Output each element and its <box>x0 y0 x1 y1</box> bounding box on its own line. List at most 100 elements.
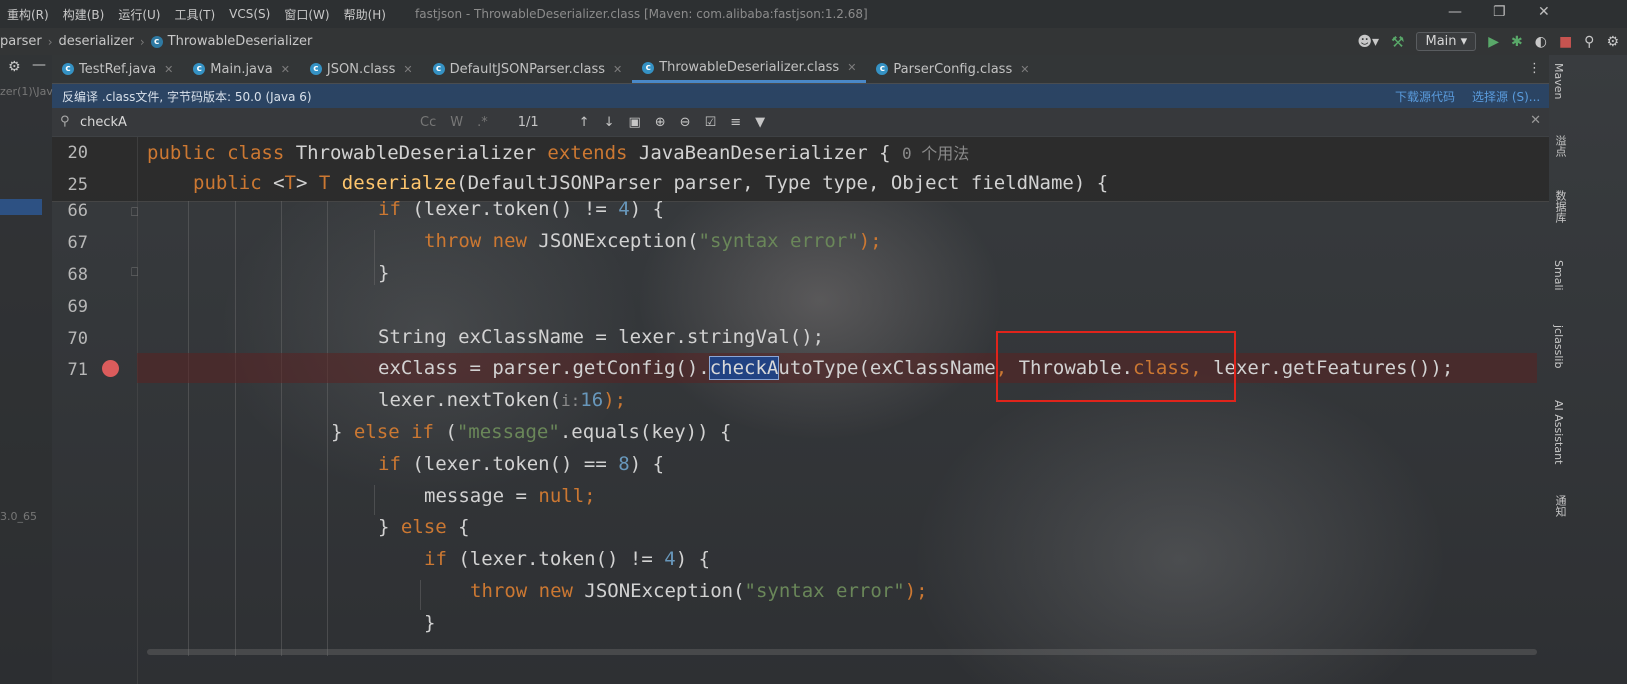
whole-words-icon[interactable]: W <box>450 115 463 130</box>
tool-jclasslib[interactable]: jclasslib <box>1552 325 1565 368</box>
arrow-down-icon[interactable]: ↓ <box>604 115 615 130</box>
code-line[interactable]: if (lexer.token() != 4) { <box>378 198 664 220</box>
code-line[interactable]: } else if ("message".equals(key)) { <box>331 421 731 443</box>
close-tab-icon[interactable]: ✕ <box>1020 63 1029 76</box>
class-icon: c <box>150 35 163 48</box>
tab-defaultjsonparser[interactable]: c DefaultJSONParser.class ✕ <box>423 55 633 83</box>
class-icon: c <box>193 63 206 75</box>
sticky-method-declaration[interactable]: public <T> T deserialze(DefaultJSONParse… <box>193 172 1108 194</box>
horizontal-scrollbar[interactable] <box>147 649 1537 655</box>
user-icon[interactable]: ☻▾ <box>1357 34 1379 50</box>
menu-vcs[interactable]: VCS(S) <box>222 7 277 21</box>
selected-tree-row[interactable] <box>0 199 42 215</box>
tool-smali[interactable]: Smali <box>1552 260 1565 291</box>
filter-icon[interactable]: ▼ <box>755 115 765 130</box>
tab-testref[interactable]: c TestRef.java ✕ <box>52 55 183 83</box>
close-icon[interactable]: ✕ <box>1538 4 1550 20</box>
tab-main[interactable]: c Main.java ✕ <box>183 55 300 83</box>
select-all-icon[interactable]: ▣ <box>628 115 640 130</box>
navigation-bar: parser › deserializer › c ThrowableDeser… <box>0 28 1627 55</box>
line-number: 67 <box>67 233 88 253</box>
match-case-icon[interactable]: Cc <box>420 115 436 130</box>
fold-icon[interactable]: ⎕ <box>131 265 138 280</box>
arrow-up-icon[interactable]: ↑ <box>579 115 590 130</box>
project-panel-edge: ⚙ — zer(1)\Jav 3.0_65 <box>0 55 53 684</box>
close-tab-icon[interactable]: ✕ <box>164 63 173 76</box>
breadcrumb-deserializer[interactable]: deserializer <box>59 34 134 49</box>
chevron-right-icon: › <box>139 34 145 49</box>
menu-build[interactable]: 构建(B) <box>56 6 112 23</box>
right-tool-strip: Maven 溢点 数据库 Smali jclasslib AI Assistan… <box>1549 55 1627 684</box>
code-line[interactable]: lexer.nextToken(i:16); <box>378 389 626 411</box>
coverage-icon[interactable]: ◐ <box>1535 34 1547 50</box>
collapse-icon[interactable]: — <box>32 57 46 73</box>
menu-help[interactable]: 帮助(H) <box>337 6 393 23</box>
menu-bar: 重构(R) 构建(B) 运行(U) 工具(T) VCS(S) 窗口(W) 帮助(… <box>0 0 1627 28</box>
menu-run[interactable]: 运行(U) <box>111 6 167 23</box>
remove-selection-icon[interactable]: ⊖ <box>680 115 691 130</box>
class-icon: c <box>432 63 445 75</box>
sticky-class-declaration[interactable]: public class ThrowableDeserializer exten… <box>147 140 969 164</box>
code-line[interactable]: throw new JSONException("syntax error"); <box>470 580 928 602</box>
editor-tabs: c TestRef.java ✕ c Main.java ✕ c JSON.class ✕ … <box>52 55 1549 84</box>
tool-endpoints[interactable]: 溢点 <box>1552 135 1568 157</box>
code-line[interactable]: message = null; <box>424 485 596 507</box>
regex-icon[interactable]: .* <box>477 115 488 130</box>
code-line[interactable]: } else { <box>378 516 470 538</box>
download-sources-link[interactable]: 下载源代码 <box>1395 88 1455 105</box>
breadcrumb-class[interactable]: ThrowableDeserializer <box>168 34 313 49</box>
run-icon[interactable]: ▶ <box>1488 34 1499 50</box>
settings-gear-icon[interactable]: ⚙ <box>8 59 21 75</box>
fold-icon[interactable]: ⎕ <box>131 205 138 220</box>
code-line[interactable]: } <box>424 612 435 634</box>
gear-icon[interactable]: ⚙ <box>1606 34 1619 50</box>
tab-json[interactable]: c JSON.class ✕ <box>300 55 423 83</box>
code-line[interactable]: throw new JSONException("syntax error"); <box>424 230 882 252</box>
menu-tools[interactable]: 工具(T) <box>167 6 222 23</box>
code-line-breakpoint[interactable]: exClass = parser.getConfig().checkAutoTy… <box>378 356 1453 380</box>
banner-message: 反编译 .class文件, 字节码版本: 50.0 (Java 6) <box>62 89 312 104</box>
debug-icon[interactable]: ✱ <box>1511 34 1523 50</box>
tool-maven[interactable]: Maven <box>1552 63 1565 99</box>
choose-sources-link[interactable]: 选择源 (S)... <box>1472 88 1540 105</box>
line-number: 25 <box>67 175 88 195</box>
tool-database[interactable]: 数据库 <box>1552 190 1568 223</box>
add-selection-icon[interactable]: ⊕ <box>655 115 666 130</box>
run-config-select[interactable]: Main ▾ <box>1416 32 1477 51</box>
search-input[interactable]: checkA <box>80 115 420 130</box>
code-line[interactable]: if (lexer.token() != 4) { <box>424 548 710 570</box>
breakpoint-icon[interactable] <box>102 360 119 377</box>
tab-throwabledeserializer[interactable]: c ThrowableDeserializer.class ✕ <box>632 55 867 83</box>
select-all-occurrences-icon[interactable]: ☑ <box>705 115 717 130</box>
close-tab-icon[interactable]: ✕ <box>403 63 412 76</box>
close-tab-icon[interactable]: ✕ <box>281 63 290 76</box>
class-icon: c <box>62 63 74 75</box>
minimize-icon[interactable]: — <box>1448 4 1462 20</box>
menu-window[interactable]: 窗口(W) <box>277 6 336 23</box>
more-tabs-icon[interactable]: ⋮ <box>1528 61 1541 76</box>
close-tab-icon[interactable]: ✕ <box>847 61 856 74</box>
search-match-highlight: checkA <box>708 356 780 380</box>
stop-icon[interactable]: ■ <box>1559 34 1572 50</box>
build-hammer-icon[interactable]: ⚒ <box>1391 33 1404 51</box>
tab-parserconfig[interactable]: c ParserConfig.class ✕ <box>866 55 1039 83</box>
indent-guide <box>374 485 375 515</box>
search-icon[interactable]: ⚲ <box>1584 34 1594 50</box>
code-line[interactable]: } <box>378 262 389 284</box>
indent-guide <box>188 201 189 656</box>
decompiled-banner: 反编译 .class文件, 字节码版本: 50.0 (Java 6) 下载源代码… <box>52 84 1549 108</box>
indent-guide <box>420 580 421 610</box>
restore-icon[interactable]: ❐ <box>1493 4 1506 20</box>
menu-refactor[interactable]: 重构(R) <box>0 6 56 23</box>
tool-notifications[interactable]: 通知 <box>1552 495 1568 517</box>
filter-list-icon[interactable]: ≡ <box>730 115 741 130</box>
indent-guide <box>374 230 375 285</box>
code-line[interactable]: if (lexer.token() == 8) { <box>378 453 664 475</box>
close-tab-icon[interactable]: ✕ <box>613 63 622 76</box>
close-search-icon[interactable]: ✕ <box>1530 113 1541 128</box>
code-line[interactable]: String exClassName = lexer.stringVal(); <box>378 326 824 348</box>
tool-ai-assistant[interactable]: AI Assistant <box>1552 400 1565 464</box>
breadcrumb-parser[interactable]: parser <box>0 34 42 49</box>
line-number: 71 <box>67 360 88 380</box>
indent-guide <box>281 201 282 656</box>
